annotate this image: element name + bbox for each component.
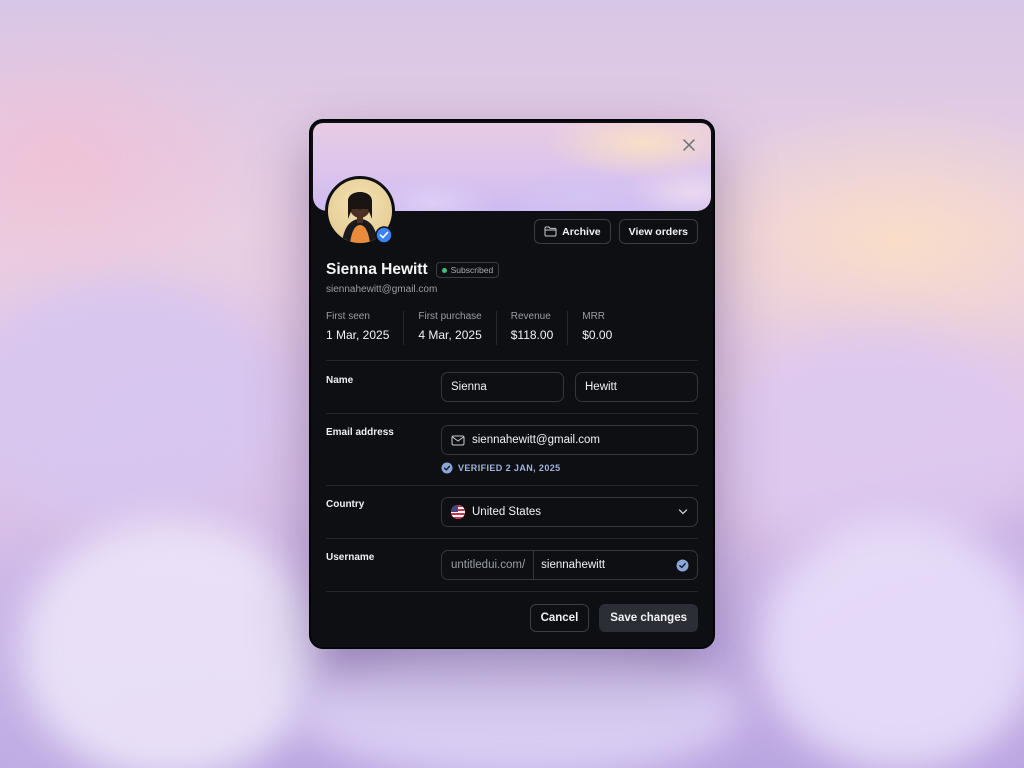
customer-modal: Archive View orders Sienna Hewitt Subscr… [309, 119, 715, 649]
save-changes-button[interactable]: Save changes [599, 604, 698, 632]
username-label: Username [326, 552, 375, 563]
stat-value: $0.00 [582, 328, 613, 342]
divider [326, 485, 698, 486]
cloud [300, 640, 740, 768]
close-button[interactable] [679, 135, 699, 155]
stat-value: 1 Mar, 2025 [326, 328, 390, 342]
cloud [760, 520, 1024, 768]
status-badge: Subscribed [435, 262, 500, 278]
folder-icon [544, 226, 557, 237]
verified-check-icon [676, 559, 689, 571]
email-label: Email address [326, 427, 394, 438]
view-orders-label: View orders [628, 225, 688, 238]
stat-value: 4 Mar, 2025 [418, 328, 482, 342]
stat-label: First seen [326, 311, 370, 322]
divider [326, 413, 698, 414]
customer-name: Sienna Hewitt [326, 261, 428, 278]
username-input[interactable]: untitledui.com/ siennahewitt [441, 550, 698, 580]
cancel-button[interactable]: Cancel [529, 604, 590, 632]
email-value: siennahewitt@gmail.com [472, 434, 601, 446]
last-name-input[interactable]: Hewitt [575, 372, 698, 402]
stat-mrr: MRR $0.00 [582, 311, 626, 345]
stats-row: First seen 1 Mar, 2025 First purchase 4 … [326, 311, 640, 345]
status-badge-label: Subscribed [450, 265, 494, 275]
status-dot-icon [441, 267, 447, 273]
country-label: Country [326, 499, 365, 510]
divider [326, 360, 698, 361]
verified-note-text: VERIFIED 2 JAN, 2025 [458, 463, 561, 473]
stat-label: MRR [582, 311, 606, 322]
divider [326, 538, 698, 539]
mail-icon [451, 435, 465, 445]
email-verified-note: VERIFIED 2 JAN, 2025 [441, 462, 561, 474]
stat-first-purchase: First purchase 4 Mar, 2025 [418, 311, 497, 345]
stat-value: $118.00 [510, 328, 554, 342]
username-value: siennahewitt [541, 559, 606, 571]
cloud [720, 330, 1024, 550]
email-input[interactable]: siennahewitt@gmail.com [441, 425, 698, 455]
stat-label: First purchase [418, 311, 482, 322]
verified-check-icon [441, 462, 453, 474]
first-name-input[interactable]: Sienna [441, 372, 564, 402]
x-icon [683, 139, 695, 151]
name-label: Name [326, 375, 354, 386]
stat-label: Revenue [510, 311, 551, 322]
country-value: United States [472, 506, 542, 518]
us-flag-icon [451, 505, 465, 519]
stat-revenue: Revenue $118.00 [511, 311, 569, 345]
country-select[interactable]: United States [441, 497, 698, 527]
cloud [0, 280, 280, 520]
stat-first-seen: First seen 1 Mar, 2025 [326, 311, 405, 345]
profile-header: Sienna Hewitt Subscribed [326, 261, 500, 279]
avatar [325, 176, 395, 246]
archive-button[interactable]: Archive [534, 219, 611, 244]
view-orders-button[interactable]: View orders [618, 219, 698, 244]
customer-email: siennahewitt@gmail.com [326, 284, 438, 295]
modal-footer: Cancel Save changes [529, 604, 698, 632]
verified-badge-icon [375, 226, 393, 244]
chevron-down-icon [678, 509, 688, 515]
username-prefix: untitledui.com/ [451, 551, 535, 579]
archive-label: Archive [562, 225, 601, 238]
cloud [20, 520, 320, 768]
header-actions: Archive View orders [534, 219, 698, 244]
divider [326, 591, 698, 592]
